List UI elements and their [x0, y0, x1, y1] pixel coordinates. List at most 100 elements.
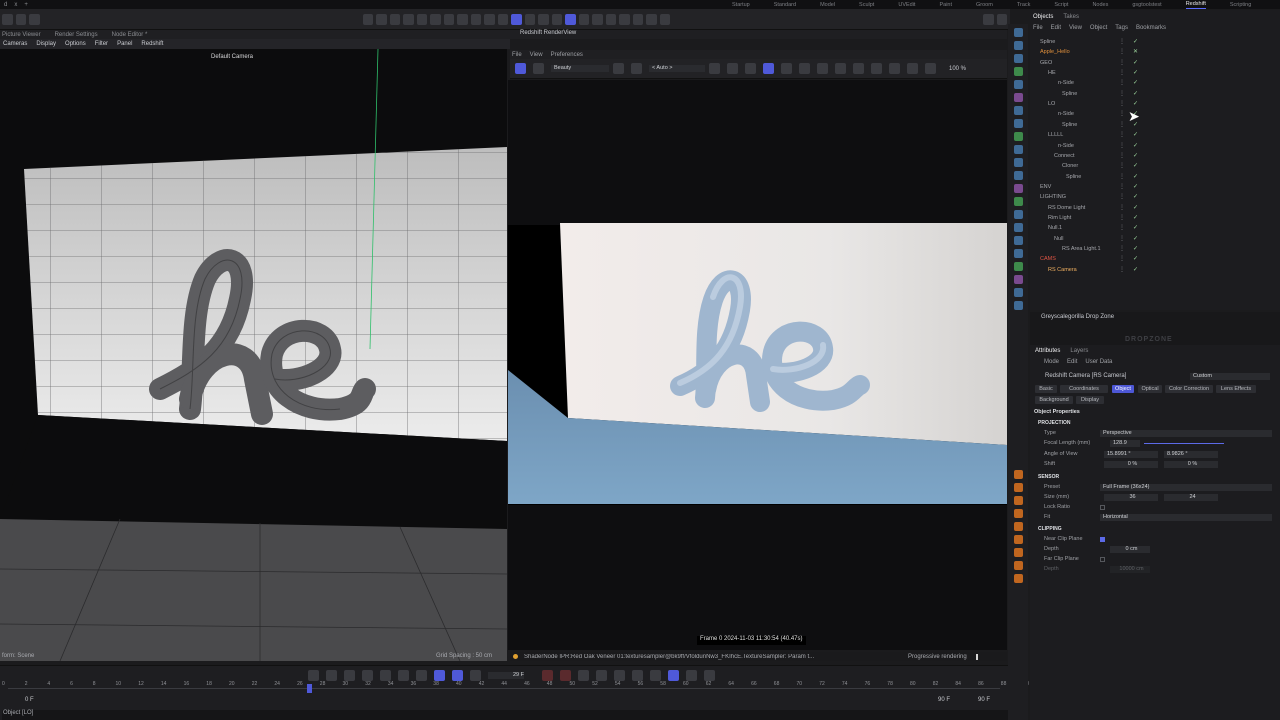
layout-model[interactable]: Model: [808, 2, 847, 8]
visibility-dot-icon[interactable]: ⋮: [1119, 79, 1125, 86]
play-icon[interactable]: [362, 670, 373, 681]
crop-icon[interactable]: [631, 63, 642, 74]
tree-item-cams[interactable]: CAMS: [1040, 256, 1056, 266]
tool-strip-icon[interactable]: [1013, 223, 1023, 232]
box-icon[interactable]: [416, 13, 427, 25]
tree-item-null-1[interactable]: Null.1: [1048, 225, 1062, 235]
visibility-dot-icon[interactable]: ⋮: [1119, 110, 1125, 117]
visibility-dot-icon[interactable]: ⋮: [1119, 255, 1125, 262]
attr-strip-icon[interactable]: [1013, 470, 1023, 479]
shift-x-input[interactable]: 0 %: [1104, 461, 1158, 468]
tree-item-he[interactable]: HE: [1048, 70, 1056, 80]
layout-standard[interactable]: Standard: [762, 2, 808, 8]
axis-icon[interactable]: [538, 13, 549, 25]
tool-strip-icon[interactable]: [1013, 197, 1023, 206]
render-icon[interactable]: [565, 13, 576, 25]
enabled-check-icon[interactable]: ✓: [1133, 193, 1138, 200]
tree-item-lllll[interactable]: LLLLL: [1048, 132, 1063, 142]
tab-attributes[interactable]: Attributes: [1035, 348, 1060, 354]
workplane-icon[interactable]: [632, 13, 643, 25]
auto-key-icon[interactable]: [560, 670, 571, 681]
objects-menu-edit[interactable]: Edit: [1051, 25, 1061, 31]
layout-redshift[interactable]: Redshift: [1174, 1, 1218, 9]
select-icon[interactable]: [403, 13, 414, 25]
tree-item-n-side[interactable]: n-Side: [1058, 143, 1074, 153]
image-icon[interactable]: [907, 63, 918, 74]
tree-item-n-side[interactable]: n-Side: [1058, 80, 1074, 90]
prev-frame-icon[interactable]: [344, 670, 355, 681]
near-clip-checkbox[interactable]: [1100, 537, 1105, 542]
scale-key-icon[interactable]: [632, 670, 643, 681]
tab-render-settings[interactable]: Render Settings: [55, 32, 98, 38]
param-key-icon[interactable]: [650, 670, 661, 681]
attr-menu-mode[interactable]: Mode: [1044, 359, 1059, 365]
tree-item-rim-light[interactable]: Rim Light: [1048, 215, 1071, 225]
lock-icon[interactable]: [709, 63, 720, 74]
layout-uvedit[interactable]: UVEdit: [886, 2, 927, 8]
subtab-color-correction[interactable]: Color Correction: [1165, 385, 1213, 393]
rv-menu-view[interactable]: View: [530, 52, 543, 58]
tool-strip-icon[interactable]: [1013, 288, 1023, 297]
fullscreen-icon[interactable]: [996, 13, 1007, 25]
3d-viewport[interactable]: Default Camera Grid Spacing : 50 cm form…: [0, 49, 507, 661]
focus-icon[interactable]: [817, 63, 828, 74]
visibility-dot-icon[interactable]: ⋮: [1119, 173, 1125, 180]
visibility-dot-icon[interactable]: ⋮: [1119, 235, 1125, 242]
go-end-icon[interactable]: [416, 670, 427, 681]
loop-icon[interactable]: [434, 670, 445, 681]
visibility-dot-icon[interactable]: ⋮: [1119, 193, 1125, 200]
visibility-dot-icon[interactable]: ⋮: [1119, 214, 1125, 221]
subtab-coordinates[interactable]: Coordinates: [1060, 385, 1108, 393]
lasso-icon[interactable]: [470, 13, 481, 25]
camera-label[interactable]: Default Camera: [211, 54, 253, 60]
viewport-menu-display[interactable]: Display: [36, 41, 56, 47]
color-picker-icon[interactable]: [853, 63, 864, 74]
cube-icon[interactable]: [430, 13, 441, 25]
tree-item-spline[interactable]: Spline: [1062, 122, 1077, 132]
tool-strip-icon[interactable]: [1013, 301, 1023, 310]
tree-item-apple-hello[interactable]: Apple_Hello: [1040, 49, 1070, 59]
attr-menu-userdata[interactable]: User Data: [1085, 359, 1112, 365]
enabled-check-icon[interactable]: ✓: [1133, 235, 1138, 242]
keyframe-icon[interactable]: [578, 670, 589, 681]
enabled-check-icon[interactable]: ✓: [1133, 79, 1138, 86]
layout-track[interactable]: Track: [1005, 2, 1043, 8]
layout-groom[interactable]: Groom: [964, 2, 1005, 8]
enabled-check-icon[interactable]: ✓: [1133, 90, 1138, 97]
visibility-dot-icon[interactable]: ⋮: [1119, 162, 1125, 169]
focal-slider[interactable]: [1144, 443, 1224, 444]
visibility-dot-icon[interactable]: ⋮: [1119, 69, 1125, 76]
layout-startup[interactable]: Startup: [720, 2, 762, 8]
enabled-check-icon[interactable]: ✓: [1133, 224, 1138, 231]
tab-objects[interactable]: Objects: [1033, 14, 1053, 20]
layout-gsgtoolstest[interactable]: gsgtoolstest: [1120, 2, 1173, 8]
visibility-dot-icon[interactable]: ⋮: [1119, 100, 1125, 107]
sync-icon[interactable]: [452, 670, 463, 681]
end-frame-b[interactable]: 90 F: [978, 697, 990, 703]
record-icon[interactable]: [542, 670, 553, 681]
attr-strip-icon[interactable]: [1013, 522, 1023, 531]
tree-item-lighting[interactable]: LIGHTING: [1040, 194, 1066, 204]
enabled-check-icon[interactable]: ✓: [1133, 131, 1138, 138]
enabled-check-icon[interactable]: ✓: [1133, 38, 1138, 45]
undo-icon[interactable]: [362, 13, 373, 25]
tool-strip-icon[interactable]: [1013, 145, 1023, 154]
layout-sculpt[interactable]: Sculpt: [847, 2, 886, 8]
tree-item-env[interactable]: ENV: [1040, 184, 1051, 194]
enabled-check-icon[interactable]: ✓: [1133, 245, 1138, 252]
tab-takes[interactable]: Takes: [1063, 14, 1079, 20]
snapshot-icon[interactable]: [745, 63, 756, 74]
snap-icon[interactable]: [524, 13, 535, 25]
attr-strip-icon[interactable]: [1013, 561, 1023, 570]
objects-menu-bookmarks[interactable]: Bookmarks: [1136, 25, 1166, 31]
tool-strip-icon[interactable]: [1013, 54, 1023, 63]
near-depth-input[interactable]: 0 cm: [1110, 546, 1150, 553]
preset-mode-select[interactable]: Custom: [1190, 373, 1270, 380]
save-icon[interactable]: [889, 63, 900, 74]
enabled-check-icon[interactable]: ✓: [1133, 214, 1138, 221]
tool-strip-icon[interactable]: [1013, 132, 1023, 141]
redo-icon[interactable]: [376, 13, 387, 25]
rotate-key-icon[interactable]: [614, 670, 625, 681]
attr-strip-icon[interactable]: [1013, 548, 1023, 557]
aperture-icon[interactable]: [613, 63, 624, 74]
